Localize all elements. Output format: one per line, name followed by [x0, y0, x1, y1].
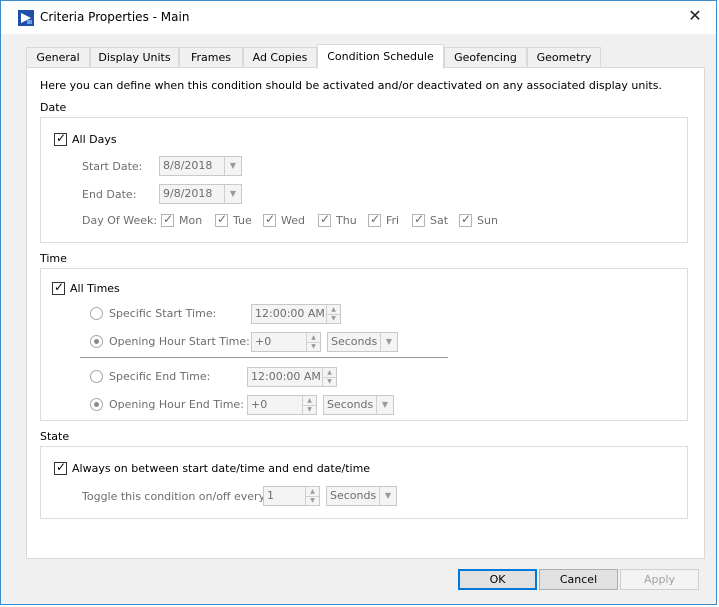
sat-label: Sat	[430, 214, 449, 227]
specific-start-time-radio[interactable]	[90, 307, 103, 320]
tab-geometry[interactable]: Geometry	[527, 47, 601, 67]
spin-buttons[interactable]: ▲ ▼	[305, 487, 319, 505]
day-of-week-label: Day Of Week:	[82, 214, 158, 227]
ok-button[interactable]: OK	[458, 569, 537, 590]
opening-hour-end-label: Opening Hour End Time:	[109, 398, 244, 411]
intro-text: Here you can define when this condition …	[40, 79, 662, 92]
specific-start-time-label: Specific Start Time:	[109, 307, 217, 320]
sun-label: Sun	[477, 214, 498, 227]
fri-label: Fri	[386, 214, 400, 227]
end-date-picker[interactable]: 9/8/2018 ▼	[159, 184, 242, 204]
sun-checkbox[interactable]: ✓	[459, 212, 472, 227]
window-title: Criteria Properties - Main	[40, 10, 190, 24]
wed-checkbox[interactable]: ✓	[263, 212, 276, 227]
chevron-down-icon: ▼	[224, 157, 241, 175]
chevron-down-icon: ▼	[376, 396, 393, 414]
start-date-picker[interactable]: 8/8/2018 ▼	[159, 156, 242, 176]
always-on-checkbox[interactable]: ✓	[54, 460, 67, 475]
time-group: ✓ All Times Specific Start Time: 12:00:0…	[40, 268, 688, 421]
all-days-checkbox[interactable]: ✓	[54, 131, 67, 146]
cancel-button[interactable]: Cancel	[539, 569, 618, 590]
specific-end-time-label: Specific End Time:	[109, 370, 211, 383]
toggle-interval-field[interactable]: 1 ▲ ▼	[263, 486, 320, 506]
opening-hour-start-field[interactable]: +0 ▲ ▼	[251, 332, 321, 352]
tab-general[interactable]: General	[26, 47, 90, 67]
thu-label: Thu	[336, 214, 357, 227]
date-group: ✓ All Days Start Date: 8/8/2018 ▼ End Da…	[40, 117, 688, 243]
state-section-label: State	[40, 430, 70, 443]
tue-label: Tue	[233, 214, 252, 227]
always-on-label: Always on between start date/time and en…	[72, 462, 371, 475]
tab-frames[interactable]: Frames	[179, 47, 243, 67]
specific-end-time-radio[interactable]	[90, 370, 103, 383]
spin-buttons[interactable]: ▲ ▼	[322, 368, 336, 386]
toggle-unit-select[interactable]: Seconds ▼	[326, 486, 397, 506]
opening-hour-start-label: Opening Hour Start Time:	[109, 335, 250, 348]
toggle-label: Toggle this condition on/off every	[82, 490, 266, 503]
mon-label: Mon	[179, 214, 203, 227]
tab-condition-schedule[interactable]: Condition Schedule	[317, 44, 444, 69]
chevron-down-icon: ▼	[224, 185, 241, 203]
mon-checkbox[interactable]: ✓	[161, 212, 174, 227]
apply-button[interactable]: Apply	[620, 569, 699, 590]
opening-hour-end-unit[interactable]: Seconds ▼	[323, 395, 394, 415]
all-days-label: All Days	[72, 133, 117, 146]
end-date-label: End Date:	[82, 188, 137, 201]
date-section-label: Date	[40, 101, 67, 114]
tue-checkbox[interactable]: ✓	[215, 212, 228, 227]
title-bar[interactable]: Criteria Properties - Main ✕	[1, 1, 716, 34]
close-icon[interactable]: ✕	[687, 8, 703, 24]
wed-label: Wed	[281, 214, 305, 227]
tab-display-units[interactable]: Display Units	[90, 47, 179, 67]
all-times-label: All Times	[70, 282, 120, 295]
fri-checkbox[interactable]: ✓	[368, 212, 381, 227]
spin-buttons[interactable]: ▲ ▼	[306, 333, 320, 351]
specific-end-time-field[interactable]: 12:00:00 AM ▲ ▼	[247, 367, 337, 387]
thu-checkbox[interactable]: ✓	[318, 212, 331, 227]
opening-hour-start-unit[interactable]: Seconds ▼	[327, 332, 398, 352]
opening-hour-end-field[interactable]: +0 ▲ ▼	[247, 395, 317, 415]
spin-buttons[interactable]: ▲ ▼	[302, 396, 316, 414]
app-icon	[18, 10, 34, 26]
sat-checkbox[interactable]: ✓	[412, 212, 425, 227]
time-divider	[80, 357, 448, 358]
opening-hour-end-radio[interactable]	[90, 398, 103, 411]
start-date-label: Start Date:	[82, 160, 143, 173]
condition-schedule-panel: Here you can define when this condition …	[26, 67, 705, 559]
tab-geofencing[interactable]: Geofencing	[444, 47, 527, 67]
all-times-checkbox[interactable]: ✓	[52, 280, 65, 295]
chevron-down-icon: ▼	[379, 487, 396, 505]
time-section-label: Time	[40, 252, 67, 265]
opening-hour-start-radio[interactable]	[90, 335, 103, 348]
chevron-down-icon: ▼	[380, 333, 397, 351]
spin-buttons[interactable]: ▲ ▼	[326, 305, 340, 323]
state-group: ✓ Always on between start date/time and …	[40, 446, 688, 519]
criteria-properties-dialog: Criteria Properties - Main ✕ General Dis…	[0, 0, 717, 605]
specific-start-time-field[interactable]: 12:00:00 AM ▲ ▼	[251, 304, 341, 324]
tab-ad-copies[interactable]: Ad Copies	[243, 47, 317, 67]
